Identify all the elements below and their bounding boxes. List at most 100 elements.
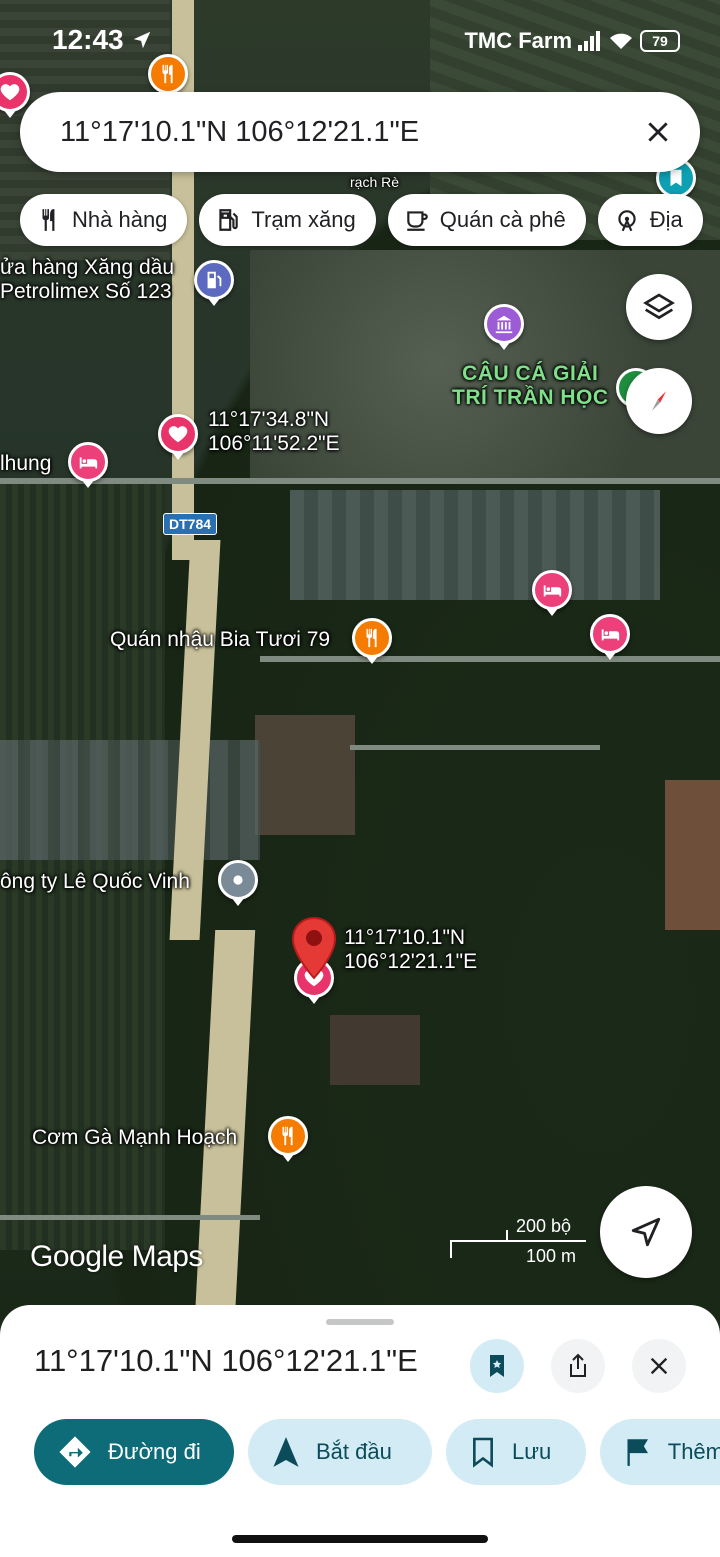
map-label-quan-nhau[interactable]: Quán nhậu Bia Tươi 79: [110, 628, 330, 652]
fork-knife-icon: [282, 1126, 293, 1146]
circle-dot-icon: [233, 875, 243, 885]
map-scale: 200 bộ 100 m: [450, 1216, 590, 1266]
close-icon: [650, 1357, 668, 1375]
landmark-icon: [495, 315, 513, 334]
navigation-arrow-icon: [631, 1217, 661, 1247]
hotel-pin[interactable]: [532, 570, 572, 610]
map-label-line: 106°12'21.1"E: [344, 950, 478, 974]
map-label-line: CÂU CÁ GIẢI: [462, 362, 599, 385]
battery-indicator: 79: [640, 30, 680, 52]
restaurant-pin[interactable]: [352, 618, 392, 658]
status-time: 12:43: [52, 24, 153, 56]
close-sheet-button[interactable]: [632, 1339, 686, 1393]
saved-button[interactable]: [470, 1339, 524, 1393]
map-label-line: TRÍ TRẦN HỌC: [452, 386, 609, 410]
map-label-line: 11°17'10.1"N: [344, 926, 466, 949]
status-icons: TMC Farm 79: [464, 28, 680, 54]
battery-level: 79: [652, 33, 668, 49]
map-label-nhung[interactable]: lhung: [0, 452, 51, 476]
map-field: [0, 740, 260, 860]
side-road: [0, 1215, 260, 1220]
hotel-pin[interactable]: [68, 442, 108, 482]
bed-icon: [543, 585, 562, 597]
search-input[interactable]: 11°17'10.1"N 106°12'21.1"E: [60, 116, 628, 149]
drag-handle[interactable]: [326, 1319, 394, 1325]
map-label-line: Petrolimex Số 123: [0, 280, 172, 304]
map-label-petrolimex[interactable]: ửa hàng Xăng dầu Petrolimex Số 123: [0, 256, 174, 304]
business-pin[interactable]: [218, 860, 258, 900]
search-bar[interactable]: 11°17'10.1"N 106°12'21.1"E: [20, 92, 700, 172]
wifi-icon: [610, 33, 632, 49]
scale-tick: [450, 1240, 452, 1258]
layers-icon: [643, 293, 675, 320]
place-bottom-sheet[interactable]: 11°17'10.1"N 106°12'21.1"E Đường đi Bắt …: [0, 1305, 720, 1557]
attraction-icon: [618, 210, 636, 232]
coffee-cup-icon: [407, 211, 428, 231]
chip-attractions[interactable]: Địa: [597, 194, 703, 246]
share-button[interactable]: [551, 1339, 605, 1393]
fork-knife-icon: [42, 209, 55, 231]
chip-restaurants[interactable]: Nhà hàng: [20, 194, 188, 246]
fork-knife-icon: [366, 628, 377, 648]
my-location-button[interactable]: [600, 1186, 692, 1278]
gas-station-icon: [219, 209, 239, 231]
map-label-company[interactable]: ông ty Lê Quốc Vinh: [0, 870, 190, 894]
scale-bar: [450, 1240, 586, 1242]
bookmark-star-icon: [490, 1355, 504, 1377]
compass-icon: [651, 389, 667, 413]
map-field: [665, 780, 720, 930]
chip-label: Quán cà phê: [439, 207, 566, 232]
road-dt784: [194, 930, 256, 1320]
heart-icon: [168, 426, 188, 443]
home-indicator[interactable]: [232, 1535, 488, 1543]
carrier-name: TMC Farm: [464, 28, 572, 53]
side-road: [0, 478, 720, 484]
signal-icon: [578, 31, 600, 51]
directions-button[interactable]: Đường đi: [34, 1419, 234, 1485]
status-time-text: 12:43: [52, 24, 124, 55]
layers-button[interactable]: [626, 274, 692, 340]
map-label-com-ga[interactable]: Cơm Gà Mạnh Hoạch: [32, 1126, 237, 1150]
place-title: 11°17'10.1"N 106°12'21.1"E: [34, 1343, 418, 1378]
chip-label: Trạm xăng: [251, 207, 356, 232]
map-label-line: 11°17'34.8"N: [208, 408, 330, 431]
map-field: [255, 715, 355, 835]
restaurant-pin[interactable]: [148, 54, 188, 94]
compass-button[interactable]: [626, 368, 692, 434]
saved-place-pin[interactable]: [158, 414, 198, 454]
action-label: Bắt đầu: [316, 1439, 392, 1464]
road-shield-dt784: DT784: [163, 513, 218, 535]
more-button[interactable]: Thêm: [600, 1419, 720, 1485]
gas-station-pin[interactable]: [194, 260, 234, 300]
scale-tick: [506, 1230, 508, 1242]
gas-station-icon: [207, 271, 222, 289]
chip-label: Nhà hàng: [72, 207, 168, 232]
google-maps-logo: Google Maps: [30, 1240, 203, 1273]
clear-search-button[interactable]: [628, 102, 688, 162]
hotel-pin[interactable]: [590, 614, 630, 654]
share-icon: [570, 1353, 586, 1377]
dropped-pin-marker[interactable]: [290, 916, 338, 980]
map-label-saved-coordinates[interactable]: 11°17'34.8"N 106°11'52.2"E: [208, 408, 340, 456]
map-label-dropped-pin[interactable]: 11°17'10.1"N 106°12'21.1"E: [344, 926, 477, 974]
restaurant-pin[interactable]: [268, 1116, 308, 1156]
action-label: Đường đi: [108, 1439, 201, 1464]
chip-coffee[interactable]: Quán cà phê: [387, 194, 586, 246]
scale-metric: 100 m: [526, 1246, 577, 1266]
attraction-pin[interactable]: [484, 304, 524, 344]
location-arrow-icon: [134, 31, 151, 49]
map-label-line: 106°11'52.2"E: [208, 432, 340, 456]
save-button[interactable]: Lưu: [446, 1419, 586, 1485]
action-label: Thêm: [667, 1439, 720, 1464]
map-label-fishing-spot[interactable]: CÂU CÁ GIẢI TRÍ TRẦN HỌC: [452, 362, 609, 410]
map-field: [330, 1015, 420, 1085]
map-label-line: ửa hàng Xăng dầu: [0, 256, 175, 279]
action-buttons: Đường đi Bắt đầu Lưu Thêm: [34, 1419, 720, 1485]
fork-knife-icon: [162, 64, 173, 84]
chip-label: Địa: [649, 207, 683, 232]
side-road: [350, 745, 600, 750]
close-icon: [648, 122, 668, 142]
start-button[interactable]: Bắt đầu: [248, 1419, 432, 1485]
side-road: [260, 656, 720, 662]
chip-gas-stations[interactable]: Trạm xăng: [199, 194, 376, 246]
